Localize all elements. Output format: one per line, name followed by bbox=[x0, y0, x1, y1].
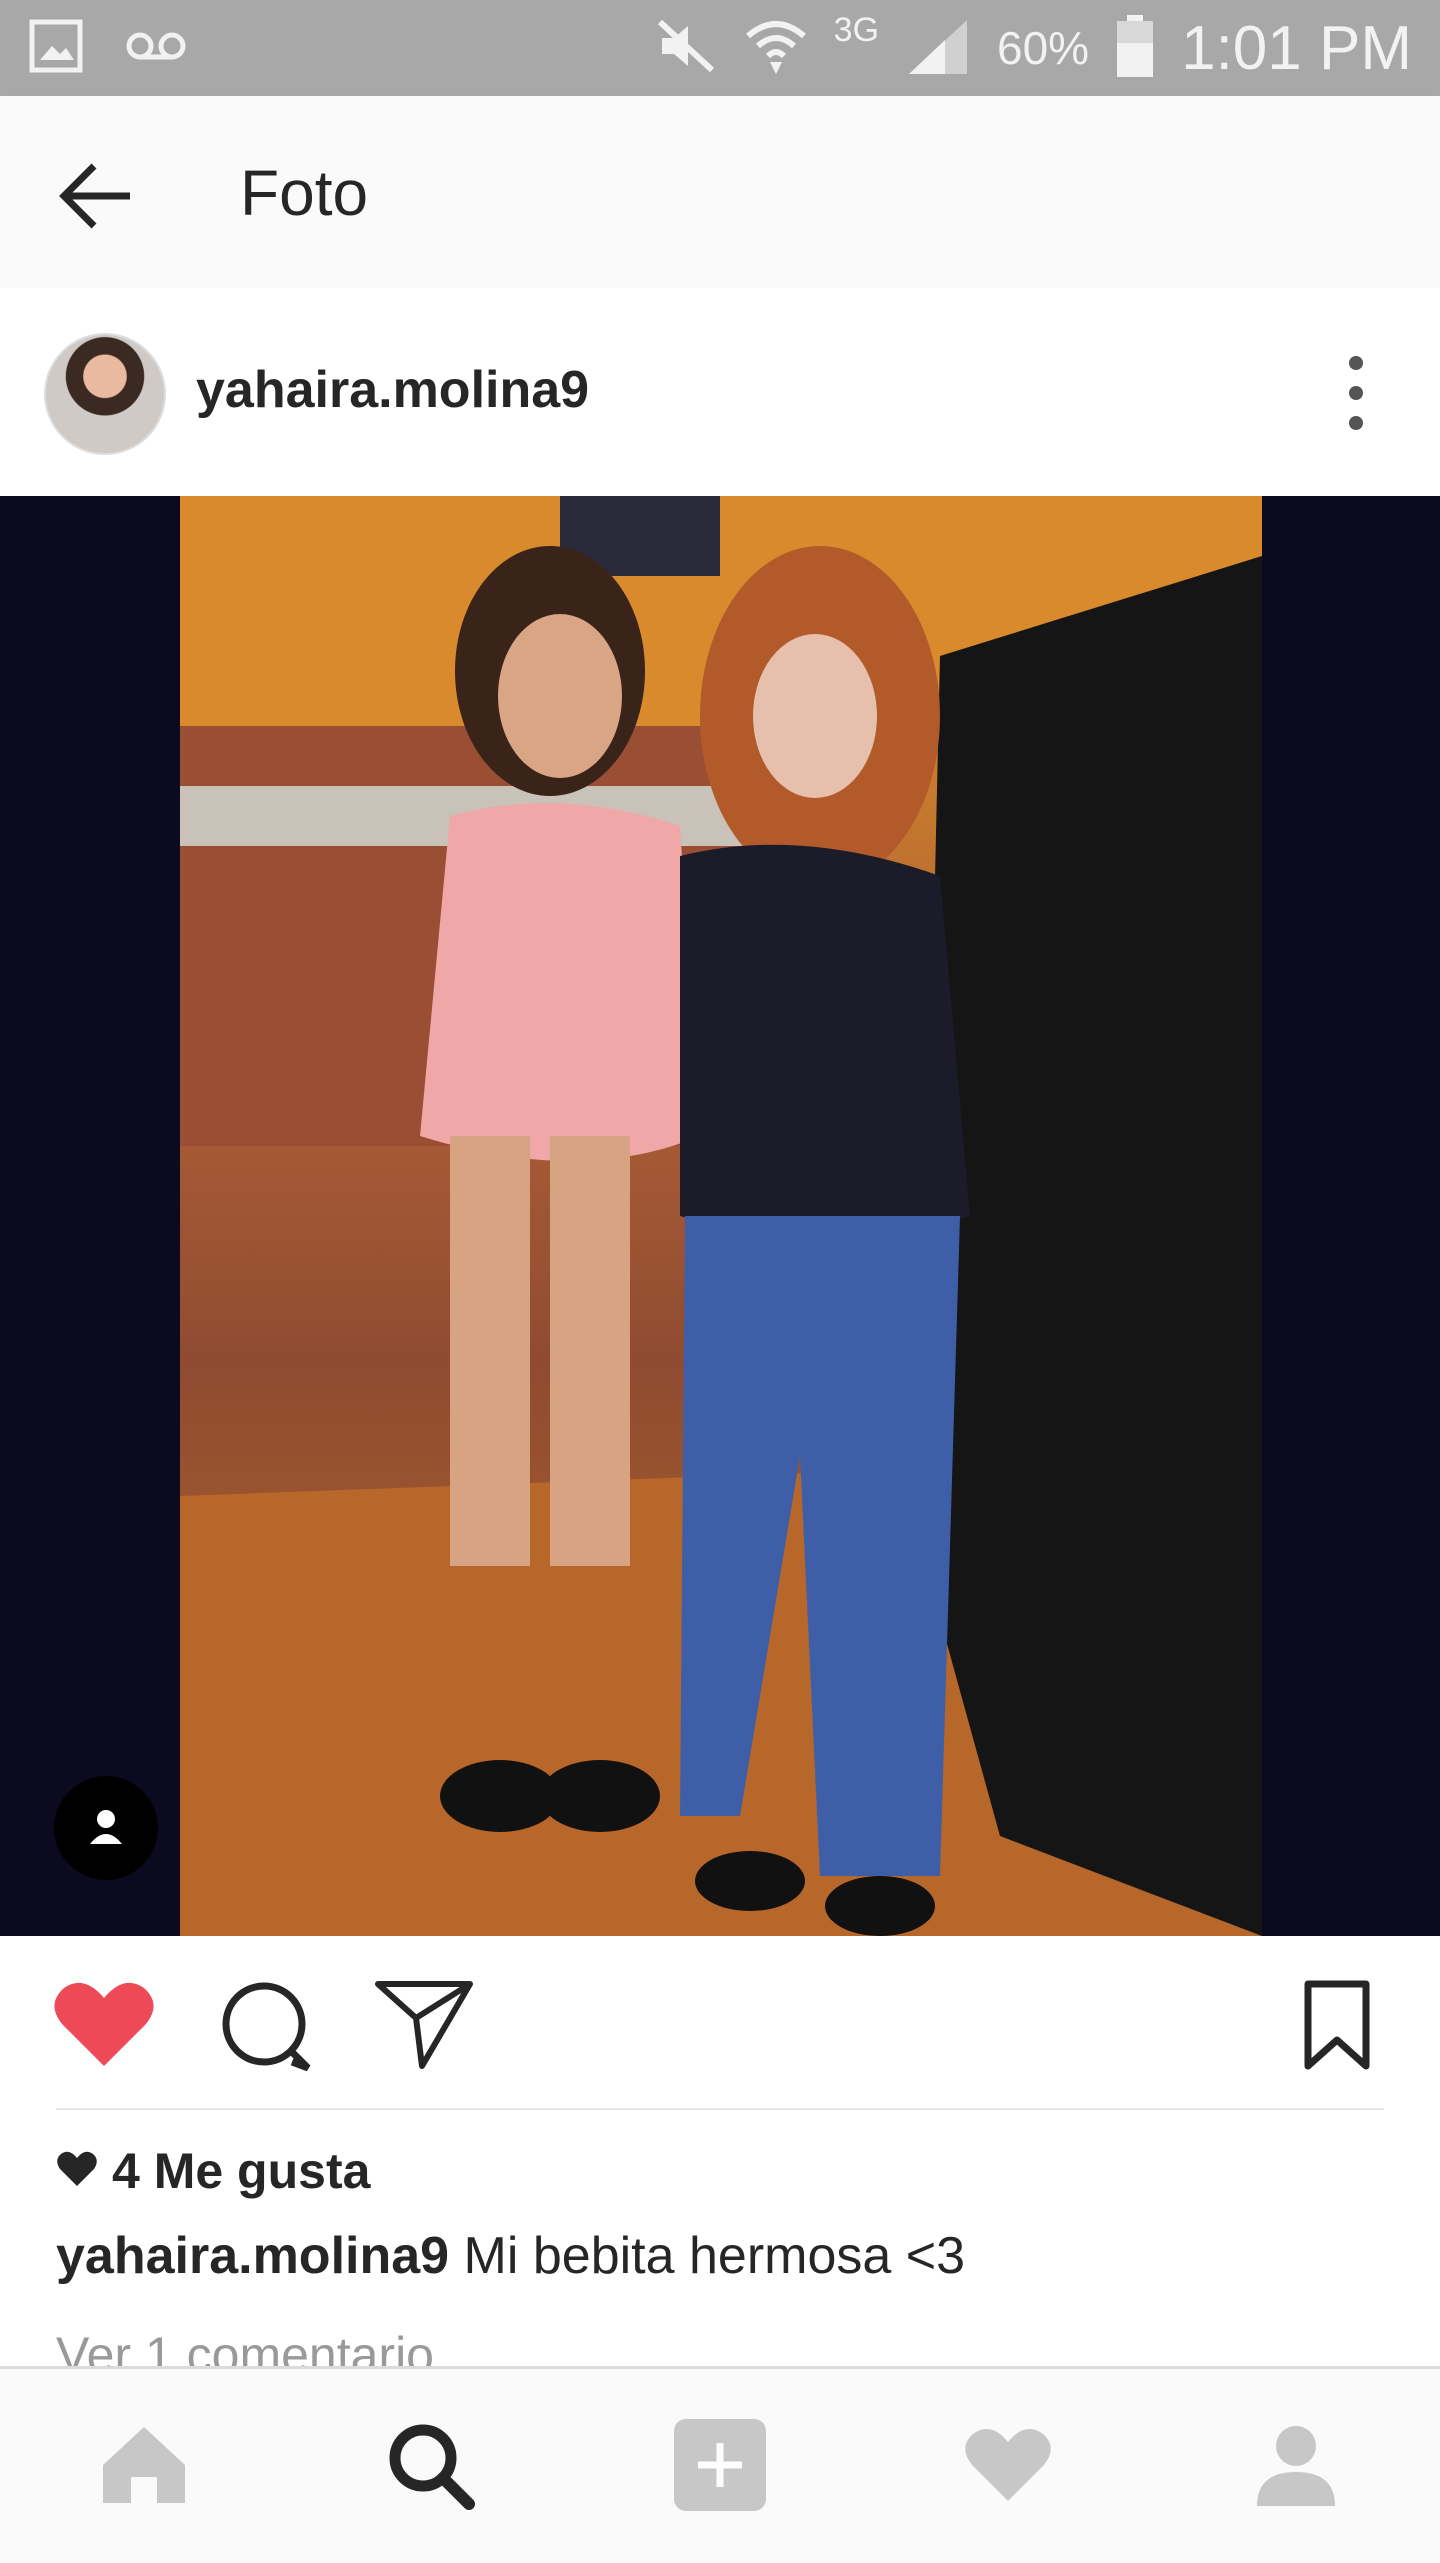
battery-icon bbox=[1115, 13, 1155, 84]
post-photo[interactable] bbox=[180, 496, 1262, 1936]
mute-icon bbox=[654, 16, 718, 81]
clock: 1:01 PM bbox=[1181, 13, 1412, 83]
bookmark-icon bbox=[1302, 1980, 1372, 2078]
nav-home[interactable] bbox=[94, 2417, 194, 2517]
voicemail-icon bbox=[124, 26, 188, 71]
small-heart-icon bbox=[56, 2142, 98, 2200]
person-icon bbox=[84, 1804, 128, 1853]
gallery-icon bbox=[28, 18, 84, 79]
save-button[interactable] bbox=[1302, 1978, 1372, 2079]
likes-count[interactable]: 4 Me gusta bbox=[56, 2142, 370, 2200]
like-button[interactable] bbox=[52, 1978, 156, 2075]
bottom-nav bbox=[0, 2366, 1440, 2563]
paper-plane-icon bbox=[374, 1981, 474, 2078]
heart-icon bbox=[963, 2425, 1053, 2510]
plus-square-icon bbox=[672, 2417, 768, 2518]
divider bbox=[56, 2108, 1384, 2110]
profile-icon bbox=[1253, 2422, 1339, 2513]
battery-percent: 60% bbox=[997, 22, 1090, 74]
action-bar bbox=[0, 1936, 1440, 2108]
caption: yahaira.molina9 Mi bebita hermosa <3 bbox=[56, 2226, 965, 2286]
nav-activity[interactable] bbox=[958, 2417, 1058, 2517]
app-bar: Foto bbox=[0, 96, 1440, 291]
vertical-dots-icon bbox=[1316, 356, 1396, 442]
arrow-left-icon bbox=[50, 163, 146, 248]
post-username[interactable]: yahaira.molina9 bbox=[196, 360, 589, 420]
page-title: Foto bbox=[240, 157, 369, 229]
likes-label: 4 Me gusta bbox=[112, 2143, 371, 2199]
search-icon bbox=[385, 2420, 475, 2515]
status-bar: 3G 60% 1:01 PM bbox=[0, 0, 1440, 96]
network-type: 3G bbox=[833, 10, 880, 49]
share-button[interactable] bbox=[374, 1978, 474, 2079]
avatar[interactable] bbox=[44, 333, 166, 455]
nav-new-post[interactable] bbox=[670, 2417, 770, 2517]
home-icon bbox=[99, 2423, 189, 2512]
caption-text: Mi bebita hermosa <3 bbox=[463, 2227, 966, 2285]
heart-filled-icon bbox=[52, 1982, 156, 2074]
signal-icon bbox=[905, 16, 971, 81]
back-button[interactable] bbox=[50, 148, 146, 244]
comment-bubble-icon bbox=[218, 1982, 314, 2078]
comment-button[interactable] bbox=[218, 1978, 314, 2079]
post-photo-container bbox=[0, 496, 1440, 1936]
caption-username[interactable]: yahaira.molina9 bbox=[56, 2227, 449, 2285]
wifi-icon bbox=[744, 14, 808, 83]
more-options-button[interactable] bbox=[1316, 348, 1396, 438]
post-header: yahaira.molina9 bbox=[0, 288, 1440, 496]
tagged-people-button[interactable] bbox=[54, 1776, 158, 1880]
nav-search[interactable] bbox=[380, 2417, 480, 2517]
nav-profile[interactable] bbox=[1246, 2417, 1346, 2517]
